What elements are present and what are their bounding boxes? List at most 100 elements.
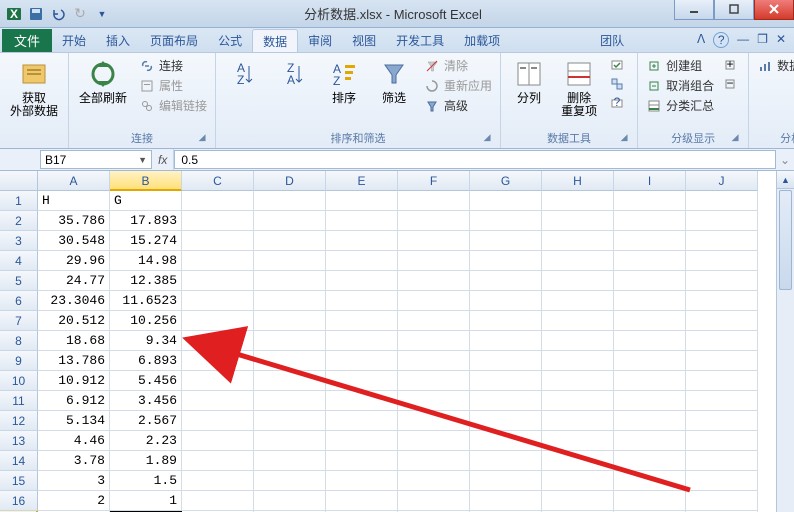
cell[interactable]: [182, 291, 254, 311]
tab-blank[interactable]: [550, 29, 590, 52]
cell[interactable]: [182, 251, 254, 271]
cell[interactable]: [326, 431, 398, 451]
cell[interactable]: [398, 191, 470, 211]
cell[interactable]: [398, 431, 470, 451]
cell[interactable]: [254, 271, 326, 291]
text-to-col-button[interactable]: 分列: [507, 56, 551, 107]
cell[interactable]: [182, 191, 254, 211]
cell[interactable]: [542, 451, 614, 471]
cell[interactable]: [182, 211, 254, 231]
cell[interactable]: [398, 371, 470, 391]
cell[interactable]: 15.274: [110, 231, 182, 251]
subtotal-button[interactable]: 分类汇总: [644, 96, 716, 115]
mdi-close-icon[interactable]: ✕: [776, 32, 786, 48]
cell[interactable]: [542, 351, 614, 371]
close-button[interactable]: [754, 0, 794, 20]
scroll-up-icon[interactable]: ▲: [777, 171, 794, 189]
cell[interactable]: [542, 291, 614, 311]
tab-开发工具[interactable]: 开发工具: [386, 29, 454, 52]
cell[interactable]: [326, 451, 398, 471]
ungroup-button[interactable]: 取消组合: [644, 76, 716, 95]
cell[interactable]: [398, 351, 470, 371]
cell[interactable]: [398, 311, 470, 331]
maximize-button[interactable]: [714, 0, 754, 20]
cell[interactable]: [542, 311, 614, 331]
file-tab[interactable]: 文件: [2, 29, 52, 52]
cell[interactable]: [614, 451, 686, 471]
cell[interactable]: 2.23: [110, 431, 182, 451]
cell[interactable]: [398, 211, 470, 231]
wia-button[interactable]: ?: [607, 94, 631, 112]
name-box[interactable]: B17 ▼: [40, 150, 152, 169]
cons-button[interactable]: [607, 75, 631, 93]
cell[interactable]: 10.256: [110, 311, 182, 331]
cell[interactable]: [326, 191, 398, 211]
column-header[interactable]: D: [254, 171, 326, 191]
cell[interactable]: [398, 451, 470, 471]
tab-页面布局[interactable]: 页面布局: [140, 29, 208, 52]
cell[interactable]: [614, 371, 686, 391]
cell[interactable]: 30.548: [38, 231, 110, 251]
sort-button[interactable]: AZ排序: [322, 56, 366, 107]
cell[interactable]: 3.78: [38, 451, 110, 471]
row-header[interactable]: 3: [0, 231, 38, 251]
clear-button[interactable]: 清除: [422, 56, 494, 75]
cell[interactable]: [326, 411, 398, 431]
cell[interactable]: [542, 411, 614, 431]
redo-icon[interactable]: ↻: [70, 4, 90, 24]
external-data-button[interactable]: 获取 外部数据: [6, 56, 62, 120]
cell[interactable]: 2: [38, 491, 110, 511]
cell[interactable]: [326, 471, 398, 491]
row-header[interactable]: 12: [0, 411, 38, 431]
cell[interactable]: [182, 351, 254, 371]
cell[interactable]: [470, 351, 542, 371]
cell[interactable]: [470, 471, 542, 491]
cell[interactable]: [470, 391, 542, 411]
expand-formula-bar-icon[interactable]: ⌄: [776, 149, 794, 170]
cell[interactable]: 35.786: [38, 211, 110, 231]
cell[interactable]: [542, 211, 614, 231]
qat-customize-icon[interactable]: ▼: [92, 4, 112, 24]
row-header[interactable]: 16: [0, 491, 38, 511]
show-detail-button[interactable]: +: [722, 56, 742, 74]
row-header[interactable]: 6: [0, 291, 38, 311]
cell[interactable]: [542, 331, 614, 351]
cell[interactable]: [686, 271, 758, 291]
cell[interactable]: [470, 331, 542, 351]
cell[interactable]: [686, 211, 758, 231]
row-header[interactable]: 4: [0, 251, 38, 271]
cell[interactable]: [254, 211, 326, 231]
cell[interactable]: [470, 411, 542, 431]
cell[interactable]: 1.89: [110, 451, 182, 471]
tab-团队[interactable]: 团队: [590, 29, 634, 52]
cell[interactable]: [686, 471, 758, 491]
cell[interactable]: G: [110, 191, 182, 211]
cell[interactable]: [326, 331, 398, 351]
cell[interactable]: [686, 451, 758, 471]
minimize-ribbon-icon[interactable]: ᐱ: [697, 32, 705, 48]
cell[interactable]: [542, 191, 614, 211]
cell[interactable]: [182, 431, 254, 451]
column-header[interactable]: E: [326, 171, 398, 191]
cell[interactable]: [470, 311, 542, 331]
cell[interactable]: [182, 411, 254, 431]
cell[interactable]: 5.456: [110, 371, 182, 391]
cell[interactable]: [614, 231, 686, 251]
cell[interactable]: [182, 271, 254, 291]
row-header[interactable]: 5: [0, 271, 38, 291]
cell[interactable]: [686, 431, 758, 451]
cell[interactable]: 14.98: [110, 251, 182, 271]
cell[interactable]: [470, 431, 542, 451]
cell[interactable]: 23.3046: [38, 291, 110, 311]
cell[interactable]: [182, 311, 254, 331]
cell[interactable]: 13.786: [38, 351, 110, 371]
column-header[interactable]: J: [686, 171, 758, 191]
cell[interactable]: 3.456: [110, 391, 182, 411]
cell[interactable]: [254, 411, 326, 431]
hide-detail-button[interactable]: −: [722, 75, 742, 93]
cell[interactable]: [686, 191, 758, 211]
cell[interactable]: 17.893: [110, 211, 182, 231]
cell[interactable]: [542, 371, 614, 391]
chevron-down-icon[interactable]: ▼: [138, 155, 147, 165]
cell[interactable]: [398, 231, 470, 251]
